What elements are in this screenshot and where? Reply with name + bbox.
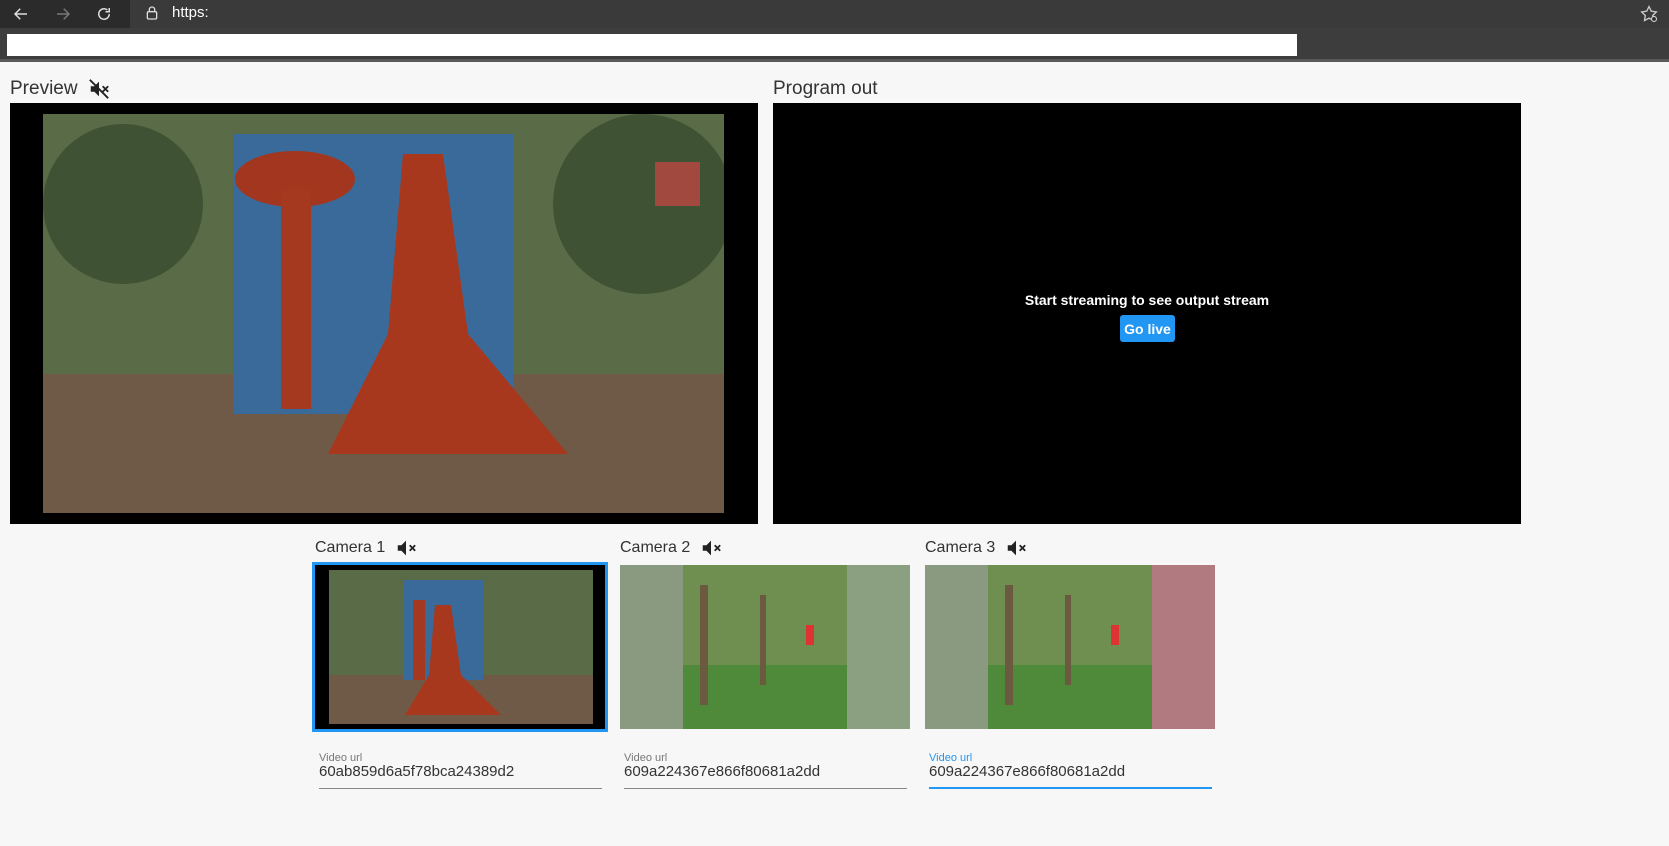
volume-off-icon[interactable] xyxy=(1005,537,1027,559)
camera-3-video[interactable] xyxy=(925,565,1215,729)
camera-1-header: Camera 1 xyxy=(315,537,417,559)
url-text[interactable]: https: xyxy=(172,4,209,21)
camera-1-video[interactable] xyxy=(312,562,608,732)
sub-toolbar xyxy=(0,28,1669,62)
camera-1-title: Camera 1 xyxy=(315,539,386,556)
camera-3-title: Camera 3 xyxy=(925,539,996,556)
preview-title: Preview xyxy=(10,78,78,99)
preview-header: Preview xyxy=(10,78,110,100)
program-header: Program out xyxy=(773,78,878,100)
favorites-icon[interactable] xyxy=(1639,4,1659,24)
program-title: Program out xyxy=(773,78,878,99)
camera-2-video[interactable] xyxy=(620,565,910,729)
preview-video-frame xyxy=(43,114,724,513)
camera-2-title: Camera 2 xyxy=(620,539,691,556)
address-bar[interactable] xyxy=(130,0,1669,28)
go-live-button[interactable]: Go live xyxy=(1120,315,1175,342)
volume-off-icon[interactable] xyxy=(88,78,110,100)
camera-3-url-input[interactable] xyxy=(929,763,1209,780)
camera-3-url-field[interactable]: Video url xyxy=(929,749,1212,789)
camera-2-url-field[interactable]: Video url xyxy=(624,749,907,789)
browser-toolbar: https: xyxy=(0,0,1669,28)
preview-video[interactable] xyxy=(10,103,758,524)
blank-input-bar[interactable] xyxy=(7,34,1297,56)
program-message: Start streaming to see output stream xyxy=(1024,292,1270,308)
camera-1-url-input[interactable] xyxy=(319,763,599,780)
volume-off-icon[interactable] xyxy=(395,537,417,559)
refresh-icon[interactable] xyxy=(93,3,115,25)
camera-2-url-input[interactable] xyxy=(624,763,904,780)
camera-2-header: Camera 2 xyxy=(620,537,722,559)
camera-3-header: Camera 3 xyxy=(925,537,1027,559)
program-output-video: Start streaming to see output stream Go … xyxy=(773,103,1521,524)
camera-1-url-field[interactable]: Video url xyxy=(319,749,602,789)
lock-icon xyxy=(144,5,162,23)
volume-off-icon[interactable] xyxy=(700,537,722,559)
back-icon[interactable] xyxy=(10,3,32,25)
channel-logo xyxy=(655,162,700,206)
forward-icon[interactable] xyxy=(52,3,74,25)
